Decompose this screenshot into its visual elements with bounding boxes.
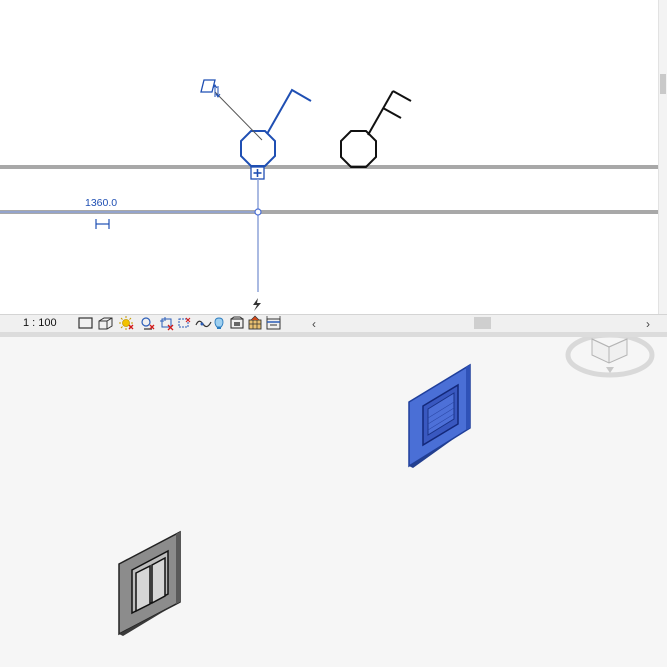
- worksharing-display-icon[interactable]: [248, 315, 262, 330]
- light-switch-3d[interactable]: [118, 530, 181, 636]
- selected-light-switch-3d[interactable]: [408, 363, 471, 468]
- show-crop-region-icon[interactable]: [178, 317, 191, 328]
- unlock-3d-view-icon[interactable]: [195, 320, 212, 328]
- view-control-bar: 1 : 100 ‹ ›: [0, 314, 667, 332]
- 3d-view[interactable]: [0, 337, 667, 667]
- switch-symbol[interactable]: [340, 90, 412, 168]
- temporary-dimension-label[interactable]: 1360.0: [85, 197, 117, 209]
- selected-switch-symbol[interactable]: [214, 88, 312, 167]
- crop-view-icon[interactable]: [160, 317, 174, 331]
- leader-line: [214, 91, 263, 141]
- move-grip-icon[interactable]: [250, 166, 265, 180]
- view-control-icons: [78, 315, 281, 331]
- detail-level-icon[interactable]: [78, 317, 93, 329]
- viewcube-icon[interactable]: [565, 337, 655, 378]
- floor-plan-view[interactable]: 1360.0: [0, 0, 667, 314]
- view-scale[interactable]: 1 : 100: [23, 317, 57, 329]
- vertical-scroll-thumb[interactable]: [660, 74, 666, 94]
- temporary-isolate-icon[interactable]: [214, 317, 224, 329]
- 3d-canvas[interactable]: [0, 337, 667, 667]
- vertical-scrollbar[interactable]: [658, 0, 667, 314]
- dimension-toggle-icon[interactable]: [95, 219, 110, 229]
- dimension-endpoint-grip[interactable]: [254, 208, 262, 216]
- sun-path-icon[interactable]: [119, 316, 134, 330]
- shadows-icon[interactable]: [141, 317, 155, 330]
- plan-canvas[interactable]: 1360.0: [0, 0, 658, 314]
- visual-style-icon[interactable]: [98, 317, 113, 330]
- horizontal-scroll-thumb[interactable]: [474, 317, 491, 329]
- temporary-view-properties-icon[interactable]: [266, 316, 281, 330]
- scroll-right-button[interactable]: ›: [646, 317, 650, 332]
- electrical-connector-icon[interactable]: [253, 298, 261, 311]
- horizontal-scrollbar[interactable]: ‹ ›: [312, 317, 652, 332]
- scroll-left-button[interactable]: ‹: [312, 317, 316, 332]
- reveal-hidden-icon[interactable]: [230, 316, 244, 329]
